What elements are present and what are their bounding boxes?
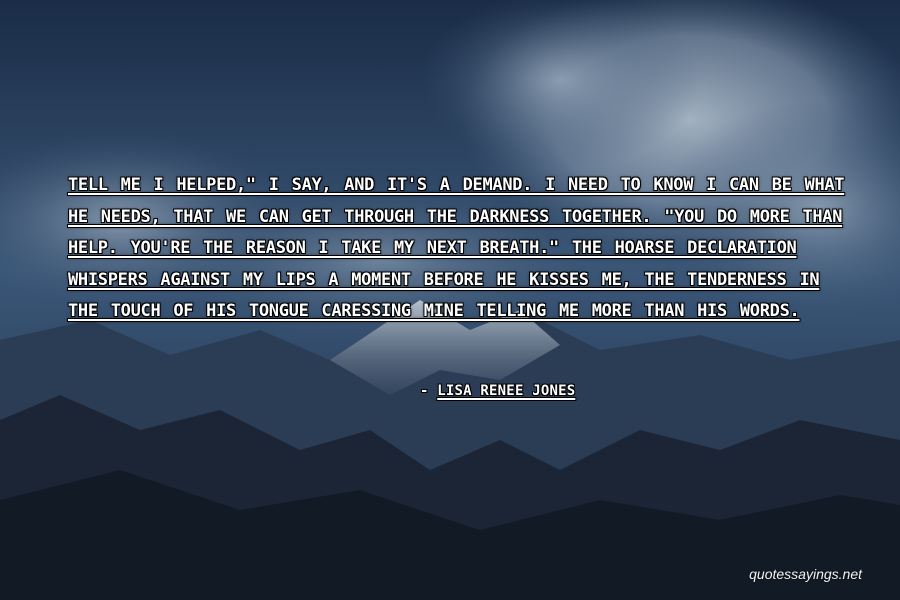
site-watermark: quotessayings.net — [749, 566, 862, 582]
author-name: Lisa Renee Jones — [437, 383, 576, 399]
quote-text: Tell me I helped," I say, and it's a dem… — [68, 175, 845, 321]
author-dash: - — [420, 383, 429, 399]
quote-image: Tell me I helped," I say, and it's a dem… — [0, 0, 900, 600]
quote-author: - Lisa Renee Jones — [420, 383, 575, 399]
